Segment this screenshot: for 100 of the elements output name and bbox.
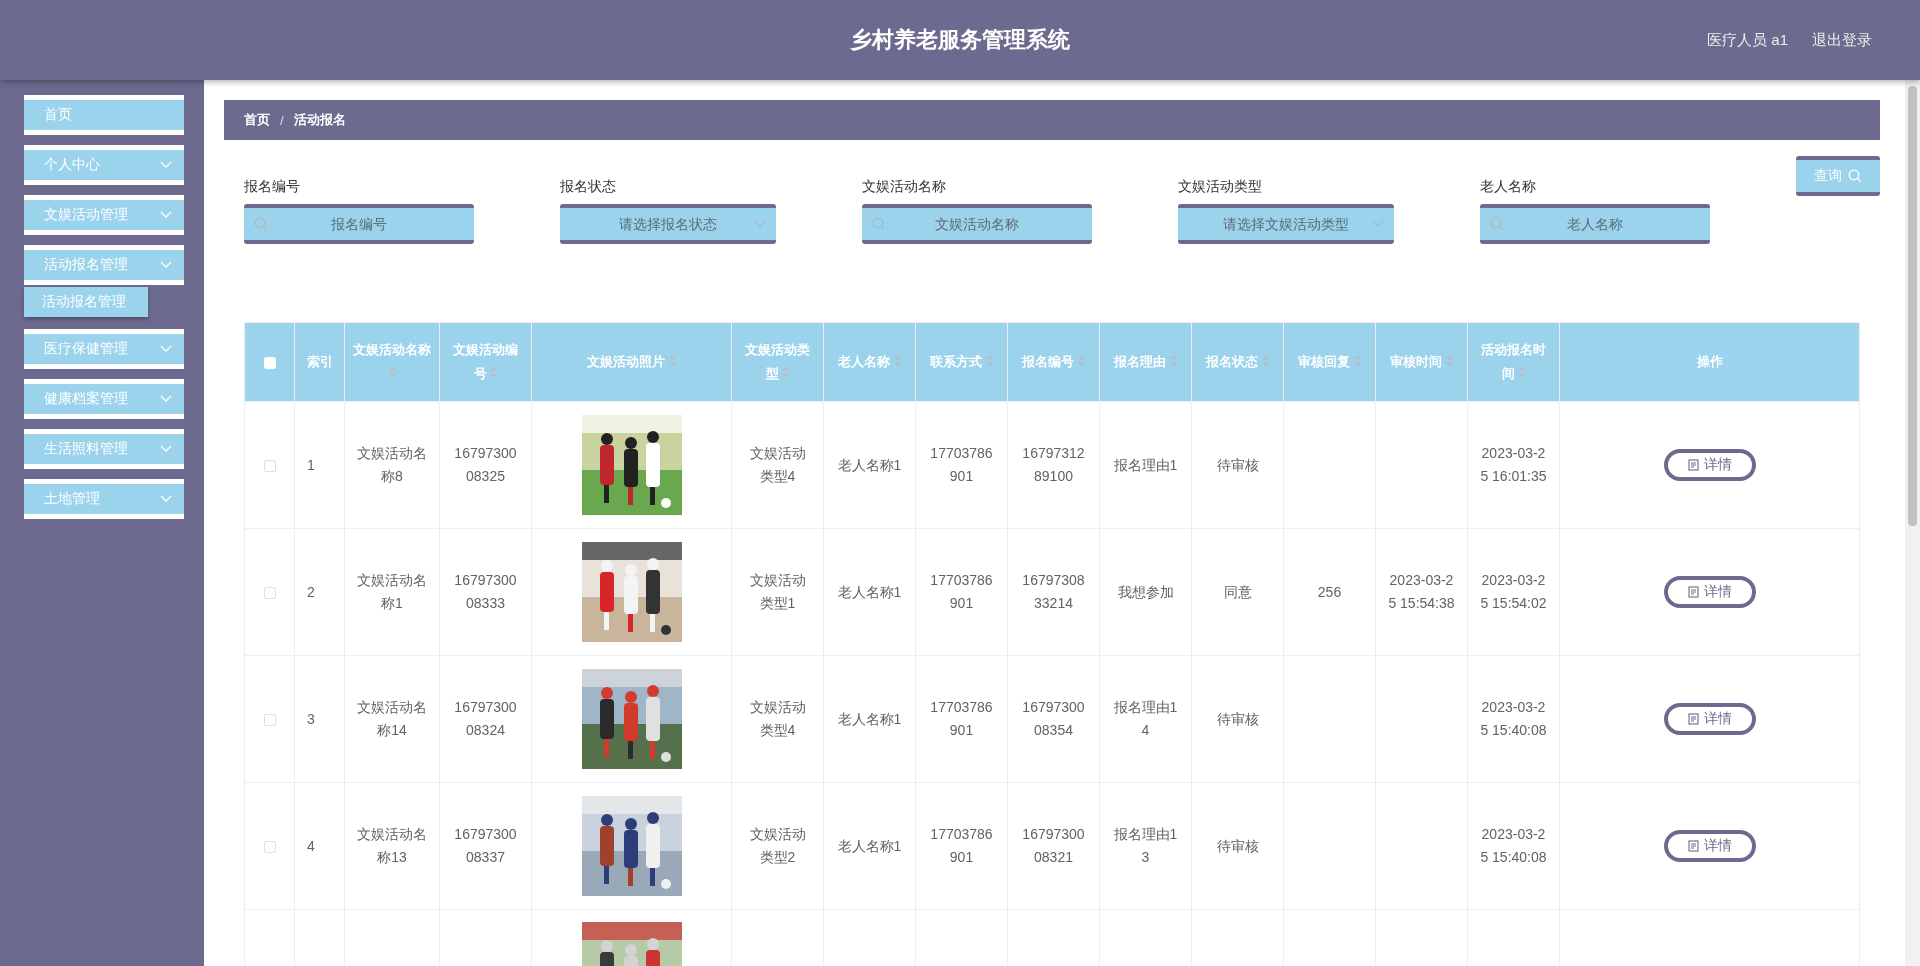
chevron-down-icon [160, 495, 172, 503]
table-cell: 2023-03-25 15:54:38 [1388, 572, 1455, 611]
sidebar-item[interactable]: 首页 [24, 95, 184, 135]
select-field[interactable]: 请选择文娱活动类型 [1178, 204, 1394, 244]
sort-icon[interactable] [782, 367, 790, 378]
table-cell: 1679730008325 [454, 445, 517, 484]
sort-icon[interactable] [668, 355, 676, 366]
table-cell: 报名理由14 [1113, 699, 1178, 738]
table-cell: 1679730008333 [454, 572, 517, 611]
select-all-checkbox[interactable] [263, 356, 276, 369]
table-cell: 同意 [1223, 583, 1252, 600]
table-cell: 老人名称1 [837, 456, 902, 473]
sort-icon[interactable] [388, 367, 396, 378]
sort-icon[interactable] [1353, 355, 1361, 366]
detail-button[interactable]: 详情 [1663, 830, 1756, 862]
user-label: 医疗人员 a1 [1707, 30, 1788, 50]
table-cell: 2023-03-25 16:01:35 [1480, 445, 1547, 484]
search-icon [1848, 169, 1862, 183]
table-cell: 17703786901 [930, 699, 993, 738]
table-cell: 文娱活动名称1 [357, 572, 427, 611]
row-checkbox[interactable] [263, 713, 276, 726]
input-field[interactable]: 报名编号 [244, 204, 474, 244]
table-cell: 老人名称1 [837, 710, 902, 727]
table-cell: 老人名称1 [837, 583, 902, 600]
table-cell: 报名理由1 [1113, 456, 1178, 473]
table-cell: 老人名称1 [837, 837, 902, 854]
row-checkbox[interactable] [263, 840, 276, 853]
table-cell: 文娱活动名称8 [357, 445, 427, 484]
table-cell: 我想参加 [1117, 583, 1174, 600]
table-cell: 1679731289100 [1022, 445, 1085, 484]
query-button[interactable]: 查询 [1796, 156, 1880, 196]
breadcrumb-item: 活动报名 [293, 111, 346, 129]
chevron-down-icon [160, 161, 172, 169]
select-field[interactable]: 请选择报名状态 [560, 204, 776, 244]
sort-icon[interactable] [985, 355, 993, 366]
chevron-down-icon [1372, 220, 1384, 228]
search-icon [872, 217, 886, 231]
submenu-item[interactable]: 活动报名管理 [24, 287, 148, 317]
table-cell: 文娱活动名称13 [357, 826, 427, 865]
detail-button[interactable]: 详情 [1663, 449, 1756, 481]
chevron-down-icon [754, 220, 766, 228]
sort-icon[interactable] [893, 355, 901, 366]
table-cell: 17703786901 [930, 572, 993, 611]
input-field[interactable]: 老人名称 [1480, 204, 1710, 244]
chevron-down-icon [160, 211, 172, 219]
row-checkbox[interactable] [263, 459, 276, 472]
table-cell: 1 [307, 456, 315, 473]
table-cell: 1679730008321 [1022, 826, 1085, 865]
sort-icon[interactable] [490, 367, 498, 378]
document-icon [1687, 713, 1699, 725]
breadcrumb-separator: / [280, 112, 284, 128]
sort-icon[interactable] [1169, 355, 1177, 366]
table-cell: 1679730833214 [1022, 572, 1085, 611]
search-icon [1490, 217, 1504, 231]
table-cell: 1679730008337 [454, 826, 517, 865]
table-cell: 待审核 [1216, 456, 1259, 473]
field-label: 报名编号 [244, 178, 301, 196]
detail-button[interactable]: 详情 [1663, 703, 1756, 735]
field-label: 老人名称 [1480, 178, 1537, 196]
document-icon [1687, 586, 1699, 598]
sort-icon[interactable] [1518, 367, 1526, 378]
search-icon [254, 217, 268, 231]
sidebar-item[interactable]: 文娱活动管理 [24, 195, 184, 235]
breadcrumb-item[interactable]: 首页 [244, 111, 270, 129]
sidebar-item[interactable]: 健康档案管理 [24, 379, 184, 419]
table-cell: 文娱活动类型4 [749, 445, 806, 484]
sidebar-item[interactable]: 生活照料管理 [24, 429, 184, 469]
sidebar-item[interactable]: 医疗保健管理 [24, 329, 184, 369]
sidebar-item[interactable]: 活动报名管理 [24, 245, 184, 285]
app-title: 乡村养老服务管理系统 [850, 26, 1070, 54]
table-cell: 文娱活动类型4 [749, 699, 806, 738]
table-cell: 1679730008354 [1022, 699, 1085, 738]
chevron-down-icon [160, 445, 172, 453]
table-cell: 17703786901 [930, 445, 993, 484]
column-header: 索引 [305, 353, 334, 371]
table-cell: 文娱活动类型2 [749, 826, 806, 865]
document-icon [1687, 840, 1699, 852]
field-label: 报名状态 [560, 178, 617, 196]
table-cell: 17703786901 [930, 826, 993, 865]
table-cell: 待审核 [1216, 837, 1259, 854]
field-label: 文娱活动名称 [862, 178, 947, 196]
table-cell: 文娱活动名称14 [357, 699, 427, 738]
sidebar-item[interactable]: 土地管理 [24, 479, 184, 519]
table-cell: 2023-03-25 15:54:02 [1480, 572, 1547, 611]
column-header: 操作 [1695, 353, 1724, 371]
scrollbar[interactable] [1905, 80, 1920, 966]
sidebar-item[interactable]: 个人中心 [24, 145, 184, 185]
chevron-down-icon [160, 261, 172, 269]
table-cell: 4 [307, 837, 315, 854]
table-cell: 2023-03-25 15:40:08 [1480, 826, 1547, 865]
sort-icon[interactable] [1261, 355, 1269, 366]
table-cell: 3 [307, 710, 315, 727]
sort-icon[interactable] [1077, 355, 1085, 366]
row-checkbox[interactable] [263, 586, 276, 599]
logout-link[interactable]: 退出登录 [1812, 30, 1872, 50]
sort-icon[interactable] [1445, 355, 1453, 366]
field-label: 文娱活动类型 [1178, 178, 1263, 196]
input-field[interactable]: 文娱活动名称 [862, 204, 1092, 244]
chevron-down-icon [160, 395, 172, 403]
detail-button[interactable]: 详情 [1663, 576, 1756, 608]
